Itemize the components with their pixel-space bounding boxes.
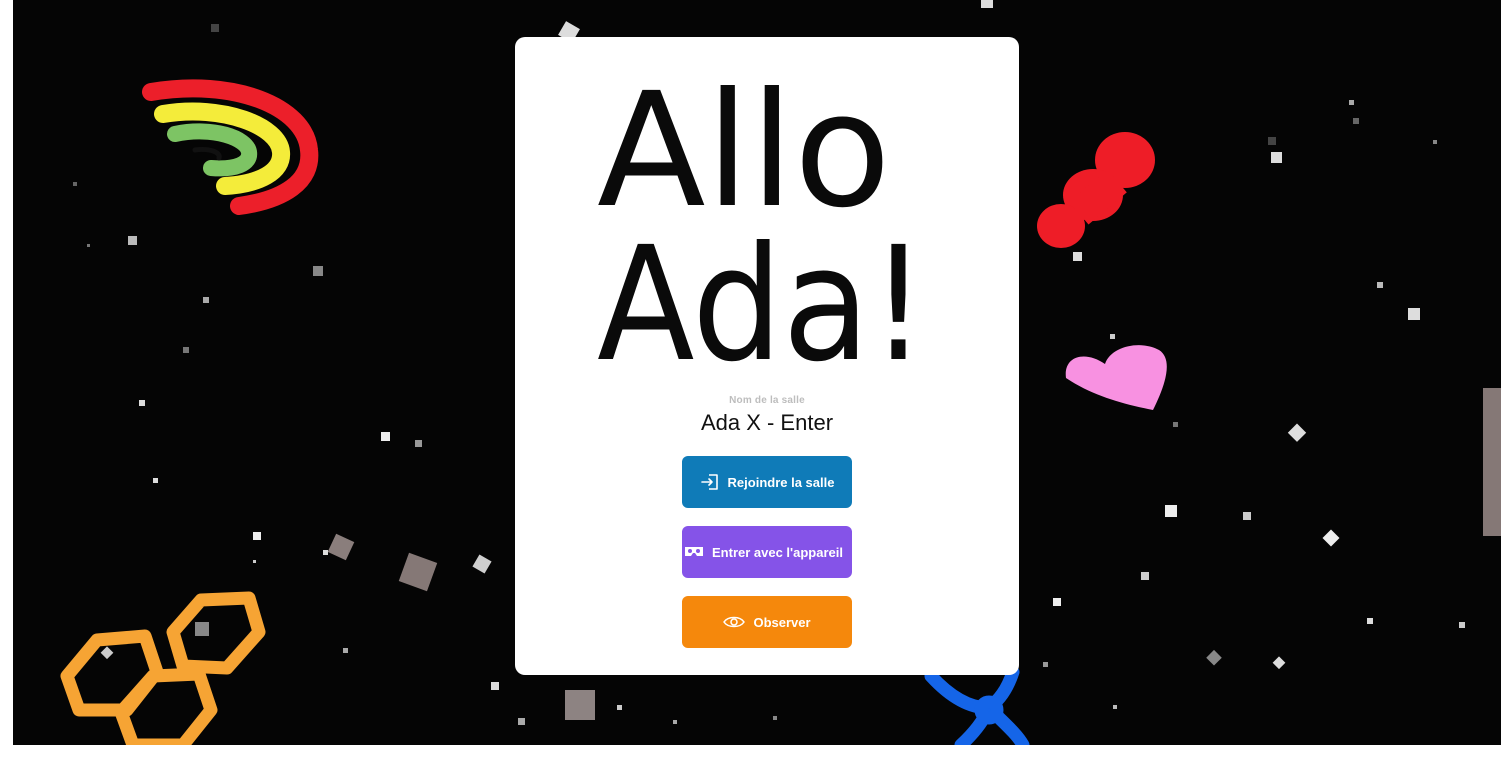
join-room-card: Allo Ada! Nom de la salle Ada X - Enter … — [515, 37, 1019, 675]
room-name: Ada X - Enter — [700, 410, 834, 435]
blue-flower-shape — [924, 665, 1030, 745]
pink-heart-shape — [1065, 345, 1167, 410]
room-name-caption: Nom de la salle — [729, 395, 805, 406]
webxr-viewport[interactable]: Allo Ada! Nom de la salle Ada X - Enter … — [13, 0, 1501, 745]
eye-icon — [723, 615, 746, 629]
allo-ada-logo: Allo Ada! — [597, 77, 927, 367]
join-room-label: Rejoindre la salle — [727, 474, 835, 490]
enter-with-device-label: Entrer avec l'appareil — [712, 544, 843, 560]
vr-headset-icon — [684, 545, 704, 559]
enter-with-device-button[interactable]: Entrer avec l'appareil — [682, 526, 852, 578]
observe-label: Observer — [753, 614, 811, 630]
orange-hexagons-shape — [60, 591, 266, 745]
red-blob-shape — [1037, 132, 1155, 248]
sign-in-icon — [700, 473, 720, 491]
observe-button[interactable]: Observer — [682, 596, 852, 648]
rainbow-shape — [142, 79, 319, 215]
logo-line-2: Ada! — [597, 213, 927, 367]
join-room-button[interactable]: Rejoindre la salle — [682, 456, 852, 508]
